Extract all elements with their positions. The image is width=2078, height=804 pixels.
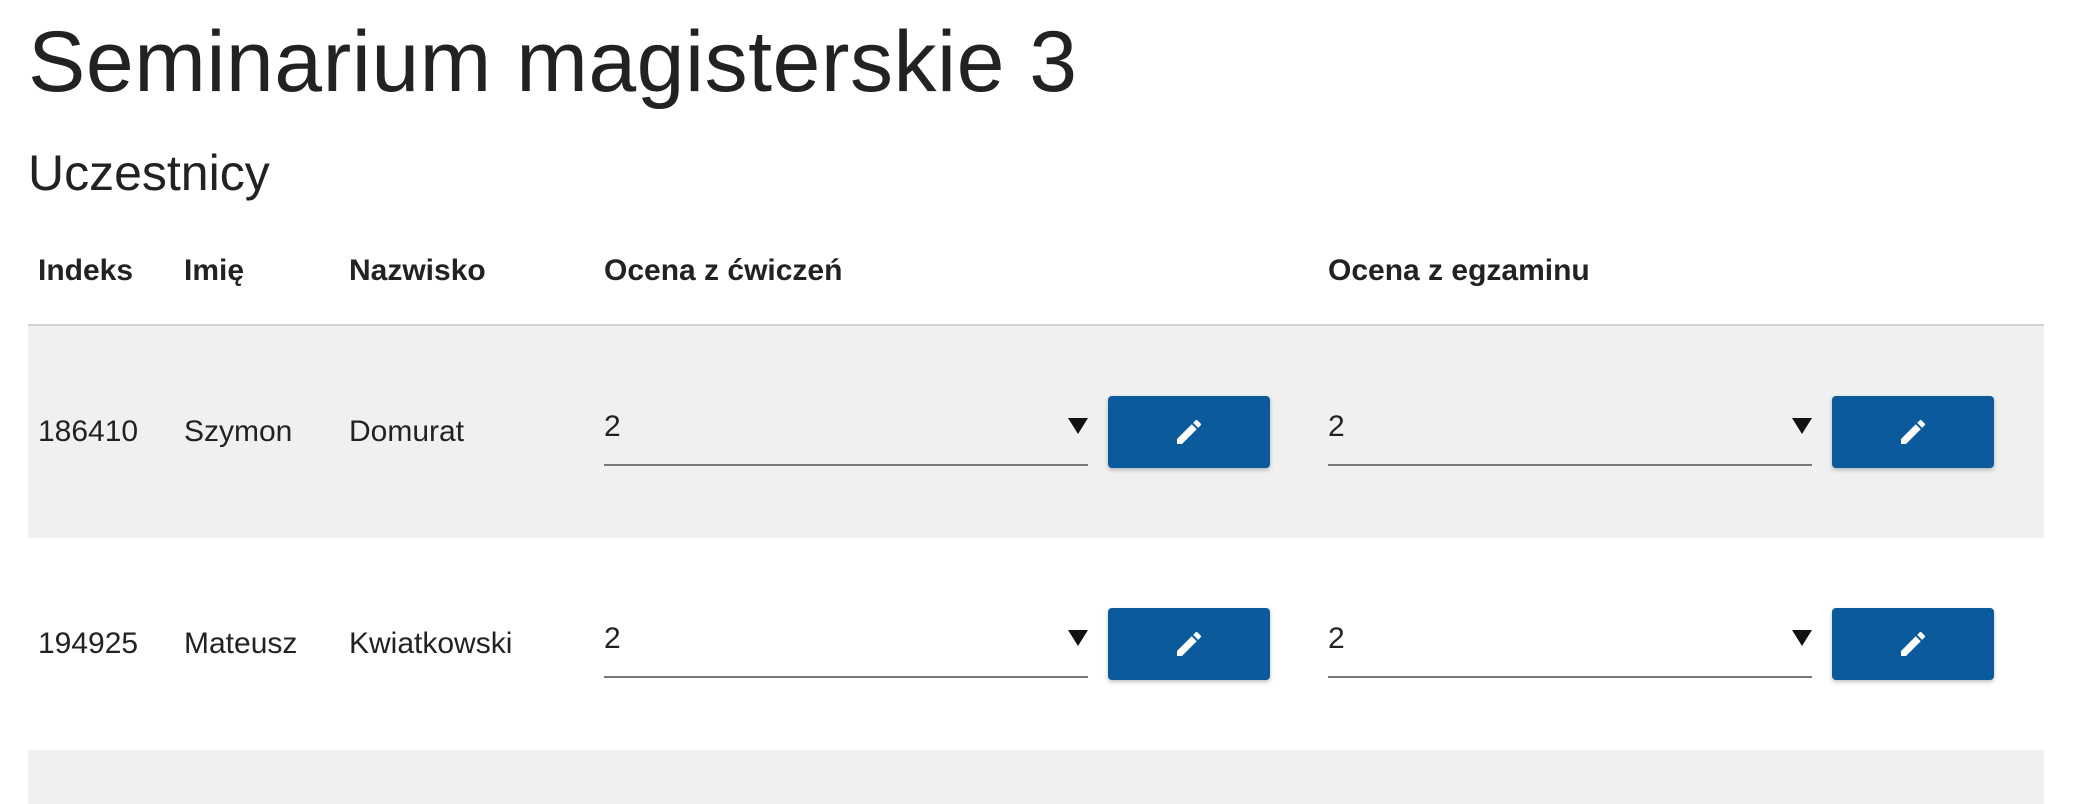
header-index: Indeks xyxy=(38,254,134,287)
exercise-grade-value: 2 xyxy=(604,622,621,655)
table-header: Indeks Imię Nazwisko Ocena z ćwiczeń Oce… xyxy=(28,236,2044,326)
cell-last-name: Kwiatkowski xyxy=(349,627,513,660)
triangle-down-icon xyxy=(1068,630,1088,646)
edit-exercise-grade-button[interactable] xyxy=(1108,396,1270,468)
cell-first-name: Szymon xyxy=(184,415,293,448)
cell-first-name: Mateusz xyxy=(184,627,298,660)
header-exam-grade: Ocena z egzaminu xyxy=(1328,254,1590,287)
cell-index: 186410 xyxy=(38,415,139,448)
edit-exam-grade-button[interactable] xyxy=(1832,396,1994,468)
pencil-icon xyxy=(1177,419,1202,444)
exam-grade-value: 2 xyxy=(1328,622,1345,655)
triangle-down-icon xyxy=(1792,630,1812,646)
table-row: 194925 Mateusz Kwiatkowski 2 2 xyxy=(28,538,2044,750)
exercise-grade-select[interactable]: 2 xyxy=(604,404,1088,466)
exercise-grade-select[interactable]: 2 xyxy=(604,616,1088,678)
pencil-icon xyxy=(1901,631,1926,656)
pencil-icon xyxy=(1901,419,1926,444)
table-row xyxy=(28,750,2044,804)
header-exercise-grade: Ocena z ćwiczeń xyxy=(604,254,843,287)
triangle-down-icon xyxy=(1068,418,1088,434)
triangle-down-icon xyxy=(1792,418,1812,434)
participants-table: Indeks Imię Nazwisko Ocena z ćwiczeń Oce… xyxy=(28,236,2044,804)
exam-grade-select[interactable]: 2 xyxy=(1328,616,1812,678)
exam-grade-select[interactable]: 2 xyxy=(1328,404,1812,466)
header-last-name: Nazwisko xyxy=(349,254,486,287)
pencil-icon xyxy=(1177,631,1202,656)
section-title: Uczestnicy xyxy=(28,145,270,201)
header-first-name: Imię xyxy=(184,254,245,287)
page: Seminarium magisterskie 3 Uczestnicy Ind… xyxy=(0,0,2078,804)
cell-last-name: Domurat xyxy=(349,415,465,448)
edit-exam-grade-button[interactable] xyxy=(1832,608,1994,680)
cell-index: 194925 xyxy=(38,627,139,660)
exercise-grade-value: 2 xyxy=(604,410,621,443)
page-title: Seminarium magisterskie 3 xyxy=(28,14,1078,110)
exam-grade-value: 2 xyxy=(1328,410,1345,443)
table-row: 186410 Szymon Domurat 2 2 xyxy=(28,326,2044,538)
edit-exercise-grade-button[interactable] xyxy=(1108,608,1270,680)
